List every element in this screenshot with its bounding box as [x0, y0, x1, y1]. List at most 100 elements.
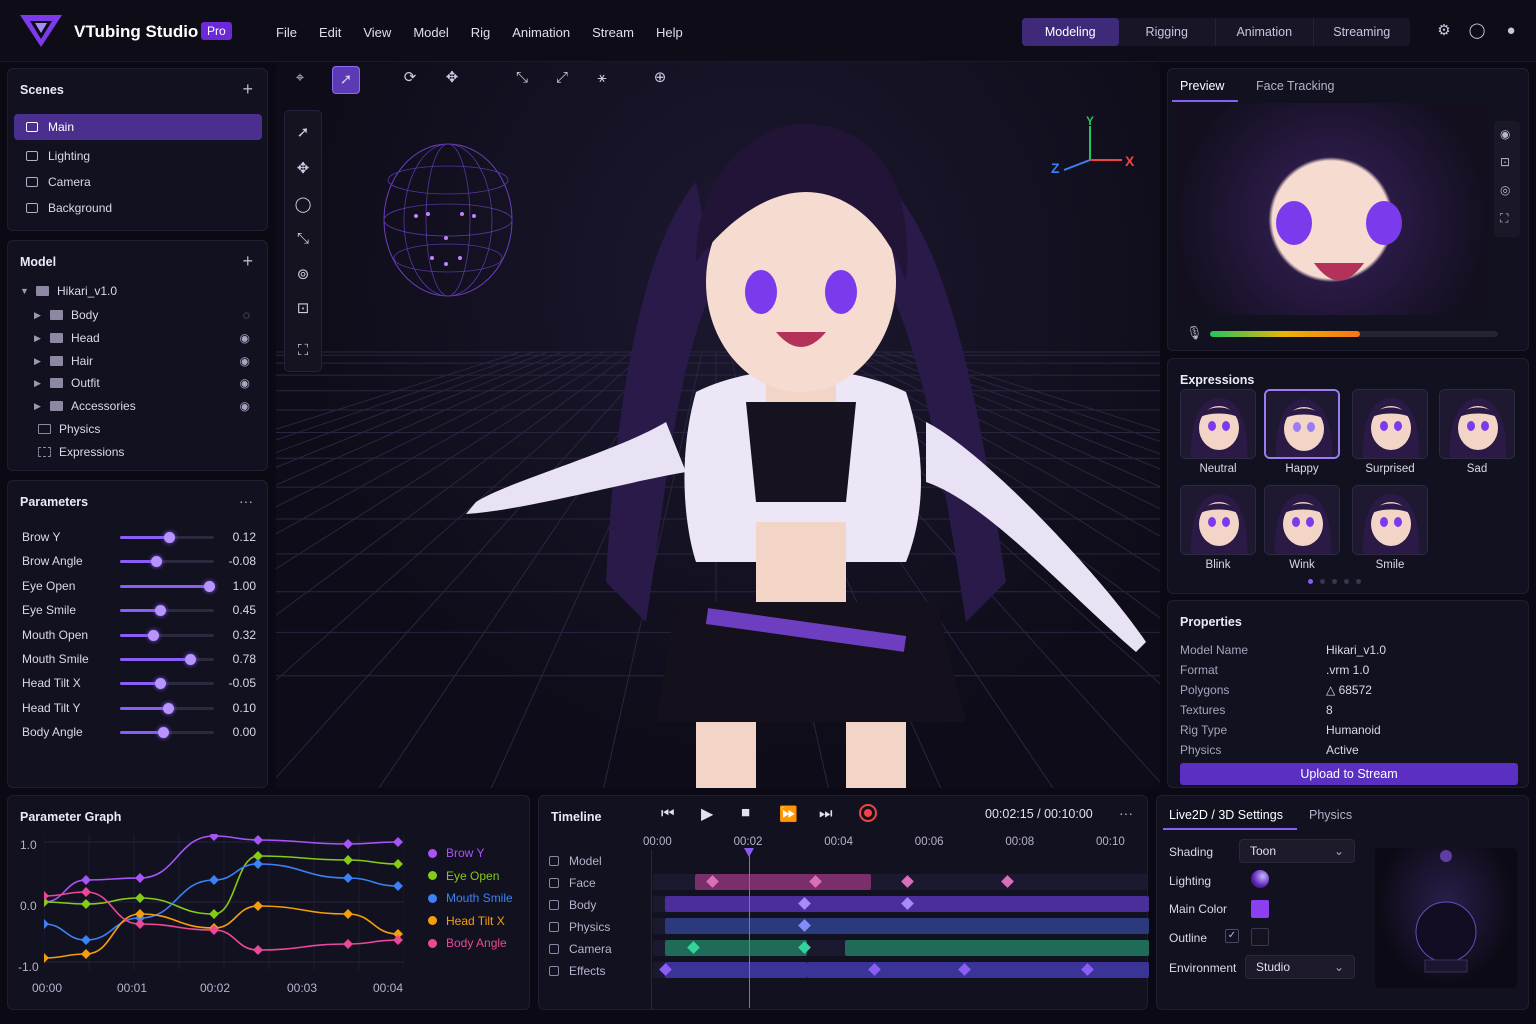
- scene-item-camera[interactable]: Camera: [14, 169, 262, 195]
- page-dot[interactable]: [1332, 579, 1337, 584]
- outline-checkbox[interactable]: ✓: [1225, 929, 1239, 943]
- page-dot[interactable]: [1356, 579, 1361, 584]
- graph-keyframe[interactable]: [343, 909, 353, 919]
- scene-item-background[interactable]: Background: [14, 195, 262, 221]
- camera-tool-icon[interactable]: ⊡: [289, 295, 317, 323]
- legend-item[interactable]: Brow Y: [428, 846, 484, 860]
- slider-knob[interactable]: [158, 727, 170, 739]
- track-model[interactable]: Model: [549, 854, 602, 868]
- playhead-handle[interactable]: [744, 848, 754, 857]
- skip-back-icon[interactable]: ⏮: [661, 805, 675, 822]
- menu-model[interactable]: Model: [413, 25, 448, 40]
- pointer-icon[interactable]: ➚: [289, 119, 317, 147]
- tree-item-body[interactable]: ▶ Body ◌: [34, 305, 266, 325]
- tree-item-outfit[interactable]: ▶ Outfit ◉: [34, 373, 266, 393]
- parameter-slider[interactable]: [120, 629, 214, 641]
- settings-gear-icon[interactable]: ⚙: [1435, 22, 1453, 40]
- timeline-more-icon[interactable]: ···: [1119, 805, 1133, 821]
- upload-to-stream-button[interactable]: Upload to Stream: [1180, 763, 1518, 785]
- parameter-slider[interactable]: [120, 605, 214, 617]
- expression-neutral[interactable]: [1180, 389, 1256, 459]
- graph-keyframe[interactable]: [253, 945, 263, 955]
- slider-knob[interactable]: [163, 532, 175, 543]
- graph-plot[interactable]: [44, 834, 404, 978]
- character-model[interactable]: [366, 62, 1156, 788]
- skip-forward-icon[interactable]: ⏭: [819, 805, 833, 822]
- track-body[interactable]: Body: [549, 898, 596, 912]
- graph-keyframe[interactable]: [343, 873, 353, 883]
- chevron-down-icon[interactable]: ▼: [20, 286, 36, 296]
- tree-item-expressions[interactable]: Expressions: [38, 442, 124, 462]
- add-model-plus-icon[interactable]: +: [242, 251, 253, 272]
- tab-streaming[interactable]: Streaming: [1314, 18, 1411, 46]
- tab-rigging[interactable]: Rigging: [1119, 18, 1216, 46]
- tree-item-physics[interactable]: Physics: [38, 419, 100, 439]
- tab-animation[interactable]: Animation: [1216, 18, 1314, 46]
- page-dot[interactable]: [1320, 579, 1325, 584]
- add-scene-plus-icon[interactable]: +: [242, 79, 253, 100]
- rotate-tool-icon[interactable]: ◯: [289, 191, 317, 219]
- tree-item-hair[interactable]: ▶ Hair ◉: [34, 351, 266, 371]
- track-clip[interactable]: [845, 940, 1149, 956]
- main-color-swatch[interactable]: [1251, 900, 1269, 918]
- menu-help[interactable]: Help: [656, 25, 683, 40]
- track-physics[interactable]: Physics: [549, 920, 610, 934]
- expression-blink[interactable]: [1180, 485, 1256, 555]
- track-clip[interactable]: [665, 918, 1149, 934]
- expression-happy[interactable]: [1264, 389, 1340, 459]
- graph-keyframe[interactable]: [393, 837, 403, 847]
- track-clip[interactable]: [807, 962, 1149, 978]
- graph-keyframe[interactable]: [135, 873, 145, 883]
- graph-keyframe[interactable]: [135, 893, 145, 903]
- slider-knob[interactable]: [204, 580, 216, 592]
- parameter-slider[interactable]: [120, 532, 214, 543]
- track-camera[interactable]: Camera: [549, 942, 612, 956]
- record-icon[interactable]: ◎: [1500, 183, 1510, 197]
- chevron-right-icon[interactable]: ▶: [34, 356, 50, 367]
- menu-stream[interactable]: Stream: [592, 25, 634, 40]
- graph-keyframe[interactable]: [135, 919, 145, 929]
- track-clip[interactable]: [695, 874, 871, 890]
- graph-keyframe[interactable]: [393, 881, 403, 891]
- playhead[interactable]: [749, 848, 750, 1008]
- slider-knob[interactable]: [147, 629, 159, 641]
- more-options-icon[interactable]: ···: [239, 493, 253, 509]
- menu-edit[interactable]: Edit: [319, 25, 341, 40]
- menu-file[interactable]: File: [276, 25, 297, 40]
- graph-keyframe[interactable]: [209, 875, 219, 885]
- eye-icon[interactable]: ◉: [240, 376, 250, 390]
- tab-face-tracking[interactable]: Face Tracking: [1256, 79, 1335, 93]
- tree-item-head[interactable]: ▶ Head ◉: [34, 328, 266, 348]
- tab-modeling[interactable]: Modeling: [1022, 18, 1119, 46]
- scale-tool-icon[interactable]: ⤡: [289, 225, 317, 253]
- legend-item[interactable]: Body Angle: [428, 936, 507, 950]
- graph-keyframe[interactable]: [343, 855, 353, 865]
- menu-animation[interactable]: Animation: [512, 25, 570, 40]
- tree-item-accessories[interactable]: ▶ Accessories ◉: [34, 396, 266, 416]
- legend-item[interactable]: Head Tilt X: [428, 914, 505, 928]
- graph-keyframe[interactable]: [393, 859, 403, 869]
- environment-dropdown[interactable]: Studio ⌄: [1245, 955, 1355, 979]
- graph-keyframe[interactable]: [44, 919, 49, 929]
- graph-curve[interactable]: [44, 855, 399, 915]
- track-face[interactable]: Face: [549, 876, 596, 890]
- graph-keyframe[interactable]: [343, 939, 353, 949]
- outline-color-swatch[interactable]: [1251, 928, 1269, 946]
- frame-icon[interactable]: ⛶: [289, 337, 317, 365]
- lighting-sphere-icon[interactable]: [1251, 870, 1269, 888]
- page-dot-active[interactable]: [1308, 579, 1313, 584]
- scene-item-lighting[interactable]: Lighting: [14, 143, 262, 169]
- page-dot[interactable]: [1344, 579, 1349, 584]
- legend-item[interactable]: Mouth Smile: [428, 891, 513, 905]
- shading-dropdown[interactable]: Toon ⌄: [1239, 839, 1355, 863]
- graph-keyframe[interactable]: [393, 935, 403, 945]
- menu-rig[interactable]: Rig: [471, 25, 491, 40]
- visibility-icon[interactable]: ◉: [1500, 127, 1510, 141]
- graph-keyframe[interactable]: [253, 859, 263, 869]
- graph-keyframe[interactable]: [253, 901, 263, 911]
- move-tool-icon[interactable]: ✥: [289, 155, 317, 183]
- face-scan-icon[interactable]: ⊡: [1500, 155, 1510, 169]
- play-icon[interactable]: ▶: [701, 804, 713, 824]
- fast-forward-icon[interactable]: ⏩: [779, 805, 798, 823]
- slider-knob[interactable]: [155, 605, 167, 617]
